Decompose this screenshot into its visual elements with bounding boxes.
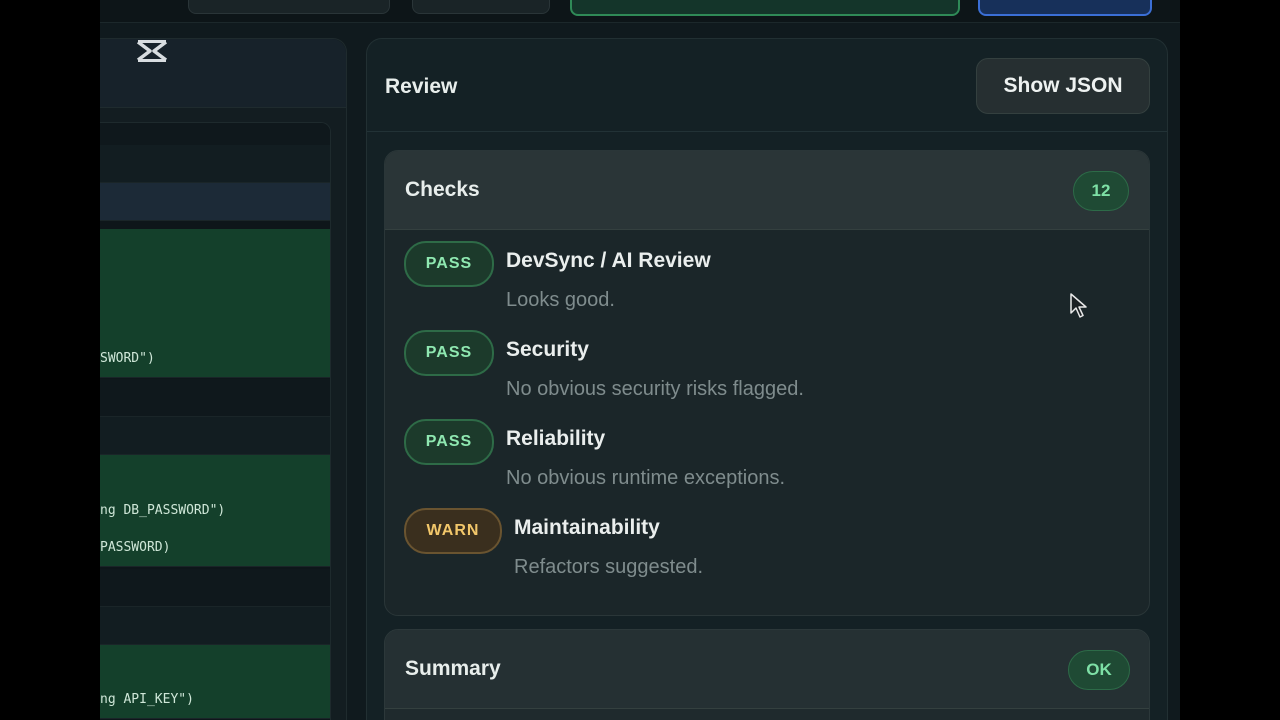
check-description: No obvious runtime exceptions. — [506, 467, 786, 489]
check-name: DevSync / AI Review — [506, 249, 711, 272]
mouse-pointer-icon — [1070, 293, 1087, 318]
warn-status-badge: WARN — [404, 508, 502, 554]
check-description: Refactors suggested. — [514, 556, 703, 578]
toolbar-button[interactable] — [188, 0, 390, 14]
code-line: ng API_KEY") — [100, 681, 330, 719]
divider — [367, 131, 1167, 132]
check-name: Security — [506, 338, 589, 361]
app-window: SWORD") ng DB_PASSWORD") PASSWORD) ng AP… — [100, 0, 1180, 720]
check-description: Looks good. — [506, 289, 615, 311]
code-line — [100, 569, 330, 607]
show-json-button[interactable]: Show JSON — [976, 58, 1150, 114]
check-name: Reliability — [506, 427, 606, 450]
review-title: Review — [385, 75, 458, 98]
code-line: PASSWORD) — [100, 529, 330, 567]
pass-status-badge: PASS — [404, 241, 494, 287]
top-toolbar — [100, 0, 1180, 23]
code-line — [100, 455, 330, 493]
code-text: PASSWORD) — [100, 540, 171, 555]
pass-status-badge: PASS — [404, 330, 494, 376]
checks-card: Checks 12 PASS DevSync / AI Review Looks… — [384, 150, 1150, 616]
code-text: ng API_KEY") — [100, 692, 194, 707]
code-text: SWORD") — [100, 351, 155, 366]
checks-header[interactable]: Checks 12 — [385, 151, 1149, 230]
code-line — [100, 266, 330, 304]
toolbar-action-button[interactable] — [978, 0, 1152, 16]
code-line — [100, 183, 330, 221]
pass-status-badge: PASS — [404, 419, 494, 465]
capcut-logo-icon — [136, 40, 168, 62]
check-item[interactable]: WARN Maintainability Refactors suggested… — [404, 508, 1144, 588]
summary-header[interactable]: Summary OK — [385, 630, 1149, 709]
code-line — [100, 645, 330, 683]
check-name: Maintainability — [514, 516, 660, 539]
check-item[interactable]: PASS Reliability No obvious runtime exce… — [404, 419, 1144, 499]
summary-card: Summary OK — [384, 629, 1150, 720]
code-line — [100, 607, 330, 645]
toolbar-button[interactable] — [412, 0, 550, 14]
code-line — [100, 303, 330, 341]
check-description: No obvious security risks flagged. — [506, 378, 804, 400]
code-line: ng DB_PASSWORD") — [100, 492, 330, 530]
code-line: SWORD") — [100, 340, 330, 378]
code-diff-view[interactable]: SWORD") ng DB_PASSWORD") PASSWORD) ng AP… — [100, 122, 331, 720]
code-line — [100, 145, 330, 183]
code-line — [100, 417, 330, 455]
summary-status-badge: OK — [1068, 650, 1130, 690]
check-item[interactable]: PASS DevSync / AI Review Looks good. — [404, 241, 1144, 321]
checks-count-badge: 12 — [1073, 171, 1129, 211]
check-item[interactable]: PASS Security No obvious security risks … — [404, 330, 1144, 410]
summary-title: Summary — [405, 657, 501, 680]
checks-title: Checks — [405, 178, 480, 201]
code-text: ng DB_PASSWORD") — [100, 503, 226, 518]
code-line — [100, 379, 330, 417]
code-line — [100, 229, 330, 267]
review-panel: Review Show JSON Checks 12 PASS DevSync … — [366, 38, 1168, 720]
toolbar-primary-button[interactable] — [570, 0, 960, 16]
